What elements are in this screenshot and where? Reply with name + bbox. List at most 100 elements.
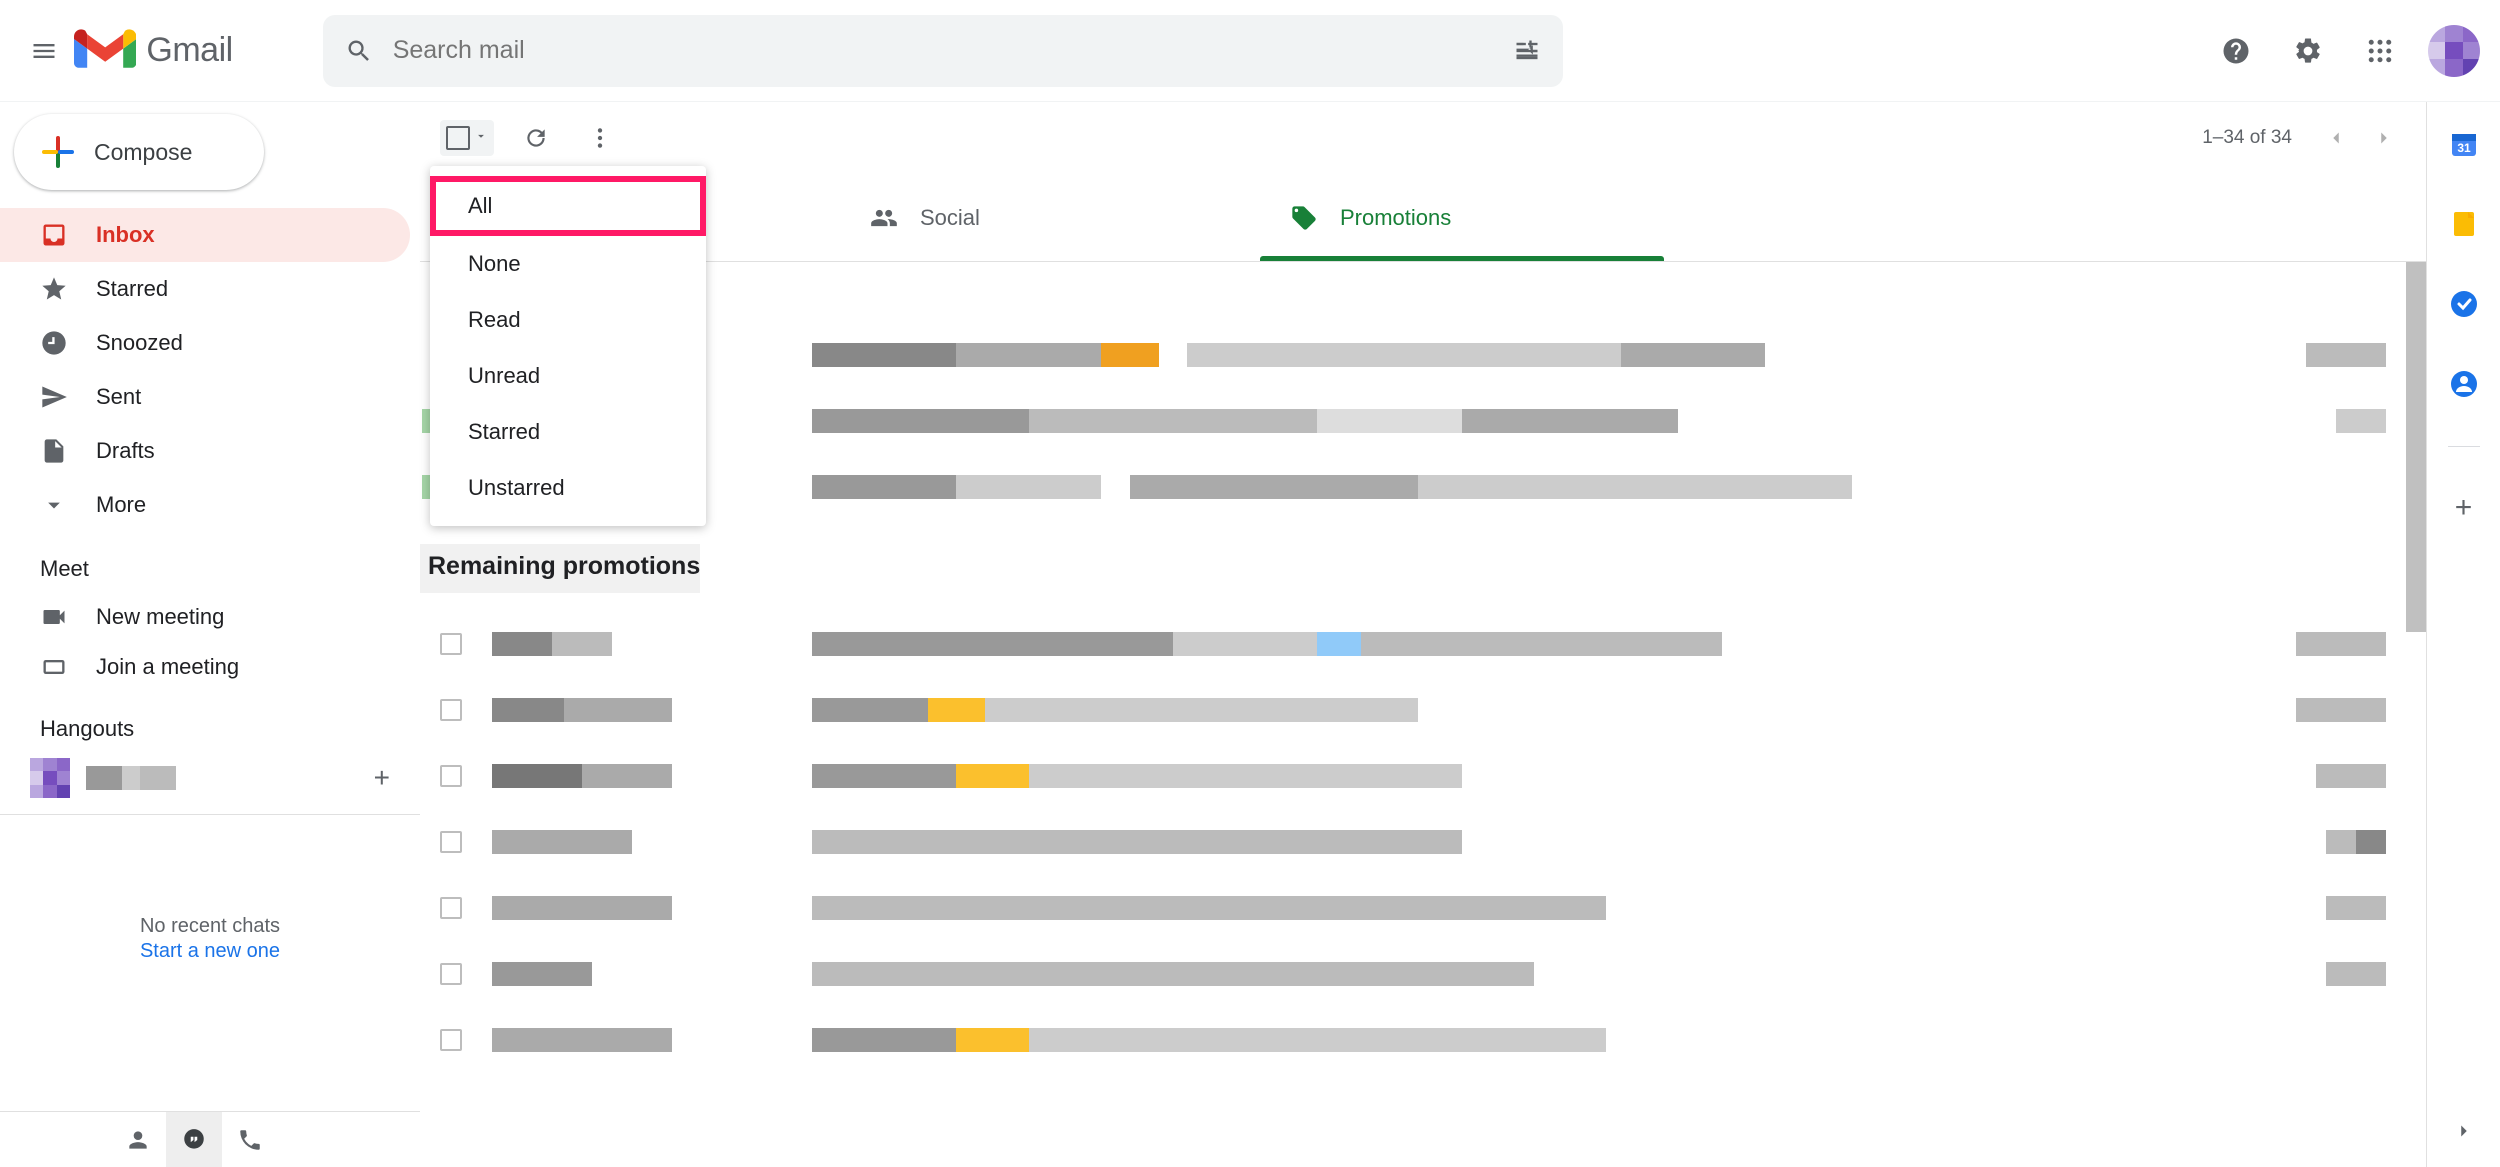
category-tabs: Social Promotions [420, 174, 2426, 262]
svg-text:31: 31 [2457, 141, 2471, 155]
hamburger-menu-icon[interactable] [20, 27, 68, 75]
hangouts-user-row[interactable]: + [0, 752, 420, 804]
mail-sender-blurred [492, 896, 782, 920]
sidebar-item-inbox[interactable]: Inbox [0, 208, 410, 262]
hide-side-panel-icon[interactable] [2453, 1120, 2475, 1147]
sidebar-item-label: Sent [96, 384, 141, 410]
refresh-icon[interactable] [514, 116, 558, 160]
mail-checkbox[interactable] [440, 699, 462, 721]
scrollbar[interactable] [2406, 262, 2426, 632]
select-all-checkbox[interactable] [446, 126, 470, 150]
select-menu-unstarred[interactable]: Unstarred [430, 460, 706, 516]
mail-row[interactable] [420, 875, 2426, 941]
select-menu-starred[interactable]: Starred [430, 404, 706, 460]
mail-row[interactable] [420, 677, 2426, 743]
search-input[interactable] [379, 36, 1507, 65]
tab-social[interactable]: Social [840, 174, 1260, 261]
app-name: Gmail [146, 31, 232, 70]
mail-row[interactable] [420, 611, 2426, 677]
tasks-addon-icon[interactable] [2446, 286, 2482, 322]
mail-row[interactable] [420, 941, 2426, 1007]
mail-sender-blurred [492, 632, 782, 656]
right-side-panel: 31 + [2426, 102, 2500, 1167]
meet-item-label: New meeting [96, 604, 224, 630]
mail-date-blurred [2286, 698, 2386, 722]
sidebar: Compose Inbox Starred Snoozed Sent Draft… [0, 102, 420, 1167]
search-bar[interactable] [323, 15, 1563, 87]
settings-icon[interactable] [2284, 27, 2332, 75]
new-meeting-button[interactable]: New meeting [0, 592, 420, 642]
google-apps-icon[interactable] [2356, 27, 2404, 75]
hangouts-avatar [30, 758, 70, 798]
content: 1–34 of 34 All None Read Unread Starred … [420, 102, 2426, 1167]
mail-row[interactable] [420, 322, 2426, 388]
chevron-down-icon[interactable] [474, 129, 488, 148]
mail-checkbox[interactable] [440, 963, 462, 985]
mail-date-blurred [2286, 409, 2386, 433]
gmail-logo[interactable]: Gmail [74, 27, 233, 75]
hangouts-tab-icon[interactable] [166, 1112, 222, 1167]
mail-sender-blurred [492, 830, 782, 854]
newer-page-icon[interactable] [2314, 116, 2358, 160]
search-options-icon[interactable] [1507, 31, 1547, 71]
phone-tab-icon[interactable] [222, 1112, 278, 1167]
page-count: 1–34 of 34 [2202, 127, 2292, 149]
search-icon[interactable] [339, 31, 379, 71]
mail-row[interactable] [420, 388, 2426, 454]
keep-addon-icon[interactable] [2446, 206, 2482, 242]
mail-subject-blurred [812, 632, 2256, 656]
mail-sender-blurred [492, 962, 782, 986]
select-menu-none[interactable]: None [430, 236, 706, 292]
mail-checkbox[interactable] [440, 897, 462, 919]
mail-date-blurred [2286, 343, 2386, 367]
mail-checkbox[interactable] [440, 831, 462, 853]
mail-checkbox[interactable] [440, 633, 462, 655]
compose-label: Compose [94, 139, 192, 166]
header: Gmail [0, 0, 2500, 102]
support-icon[interactable] [2212, 27, 2260, 75]
select-menu-read[interactable]: Read [430, 292, 706, 348]
more-icon[interactable] [578, 116, 622, 160]
select-menu-unread[interactable]: Unread [430, 348, 706, 404]
older-page-icon[interactable] [2362, 116, 2406, 160]
sidebar-item-label: Drafts [96, 438, 155, 464]
mail-row[interactable] [420, 1007, 2426, 1073]
sidebar-item-more[interactable]: More [0, 478, 410, 532]
mail-row[interactable] [420, 809, 2426, 875]
sidebar-item-sent[interactable]: Sent [0, 370, 410, 424]
account-avatar[interactable] [2428, 25, 2480, 77]
calendar-addon-icon[interactable]: 31 [2446, 126, 2482, 162]
meet-section-title: Meet [0, 532, 420, 592]
mail-date-blurred [2286, 962, 2386, 986]
no-chats-message: No recent chats Start a new one [0, 915, 420, 963]
start-new-chat-link[interactable]: Start a new one [0, 940, 420, 963]
toolbar: 1–34 of 34 [420, 102, 2426, 174]
mail-date-blurred [2286, 764, 2386, 788]
join-meeting-button[interactable]: Join a meeting [0, 642, 420, 692]
sidebar-item-label: More [96, 492, 146, 518]
get-addons-icon[interactable]: + [2455, 491, 2473, 525]
select-menu-all[interactable]: All [430, 176, 706, 236]
tab-label: Social [920, 205, 980, 231]
mail-checkbox[interactable] [440, 1029, 462, 1051]
new-hangout-icon[interactable]: + [374, 762, 390, 794]
sidebar-item-starred[interactable]: Starred [0, 262, 410, 316]
contacts-tab-icon[interactable] [110, 1112, 166, 1167]
sidebar-item-drafts[interactable]: Drafts [0, 424, 410, 478]
tab-promotions[interactable]: Promotions [1260, 174, 1680, 261]
mail-sender-blurred [492, 698, 782, 722]
sidebar-divider [0, 814, 420, 815]
contacts-addon-icon[interactable] [2446, 366, 2482, 402]
select-dropdown-menu: All None Read Unread Starred Unstarred [430, 166, 706, 526]
select-checkbox-dropdown[interactable] [440, 120, 494, 156]
compose-button[interactable]: Compose [14, 114, 264, 190]
mail-checkbox[interactable] [440, 765, 462, 787]
mail-subject-blurred [812, 475, 2256, 499]
sidebar-item-snoozed[interactable]: Snoozed [0, 316, 410, 370]
mail-row[interactable] [420, 454, 2426, 520]
remaining-promotions-header: Remaining promotions [420, 544, 700, 593]
mail-subject-blurred [812, 343, 2256, 367]
sidebar-item-label: Snoozed [96, 330, 183, 356]
mail-date-blurred [2286, 632, 2386, 656]
mail-row[interactable] [420, 743, 2426, 809]
